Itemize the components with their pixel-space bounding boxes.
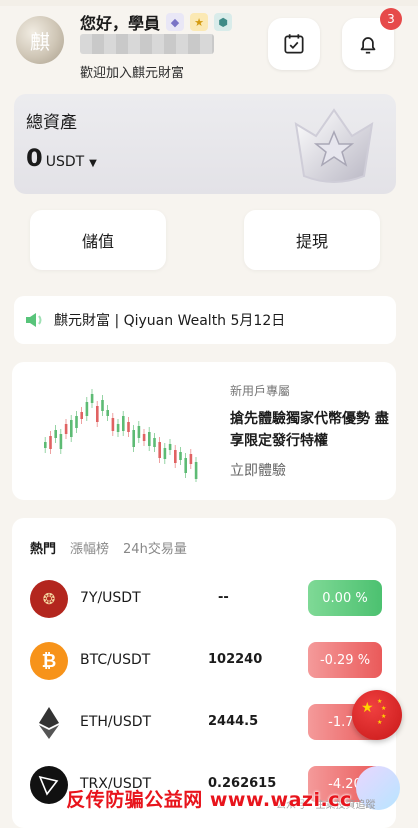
market-row[interactable]: ❂ 7Y/USDT -- 0.00 %	[12, 576, 396, 624]
tab-24h-volume[interactable]: 24h交易量	[123, 538, 187, 557]
pair-name: BTC/USDT	[80, 652, 151, 668]
withdraw-button[interactable]: 提現	[244, 210, 380, 270]
watermark-banner: 反传防骗公益网 www.wazi.cc	[66, 789, 352, 811]
welcome-text: 歡迎加入麒元財富	[80, 66, 185, 81]
masked-user-id	[80, 34, 214, 54]
avatar-logo-text: 麒	[30, 29, 50, 54]
promo-cta-link[interactable]: 立即體驗	[230, 460, 286, 480]
calendar-check-icon	[284, 34, 304, 54]
checkin-button[interactable]	[268, 18, 320, 70]
notifications-button[interactable]: 3	[342, 8, 402, 70]
flag-small-star-icon: ★	[381, 705, 387, 712]
change-badge: -0.29 %	[308, 642, 382, 678]
candlestick-chart-illustration	[44, 389, 198, 482]
speaker-icon	[26, 313, 42, 327]
avatar[interactable]: 麒	[16, 16, 64, 64]
status-bar	[0, 0, 418, 6]
promo-tag: 新用戶專屬	[230, 384, 291, 398]
change-badge: 0.00 %	[308, 580, 382, 616]
tab-hot[interactable]: 熱門	[30, 538, 56, 557]
pair-price: 102240	[208, 652, 263, 667]
shield-badge-icon: ⬢	[214, 13, 233, 31]
market-row[interactable]: ETH/USDT 2444.5 -1.70	[12, 700, 396, 748]
assets-currency: USDT	[45, 154, 85, 170]
caret-down-icon: ▼	[89, 158, 97, 169]
pair-name: ETH/USDT	[80, 714, 152, 730]
7y-coin-icon: ❂	[30, 580, 68, 618]
flag-star-icon: ★	[361, 700, 374, 716]
promo-card[interactable]: 新用戶專屬 搶先體驗獨家代幣優勢 盡享限定發行特權 立即體驗	[12, 362, 396, 500]
market-row[interactable]: ₿ BTC/USDT 102240 -0.29 %	[12, 638, 396, 686]
crown-badge-icon: ★	[190, 13, 209, 31]
bitcoin-icon: ₿	[30, 642, 68, 680]
flag-small-star-icon: ★	[377, 698, 383, 705]
level-badge-icon: ◆	[166, 13, 185, 31]
assets-value[interactable]: 0 USDT ▼	[26, 144, 97, 172]
market-tabs: 熱門 漲幅榜 24h交易量	[30, 538, 187, 557]
deposit-button[interactable]: 儲值	[30, 210, 166, 270]
greeting-text: 您好，學員	[80, 14, 161, 33]
total-assets-card: 總資產 0 USDT ▼	[14, 94, 396, 194]
bell-icon	[360, 37, 376, 54]
assets-amount: 0	[26, 144, 43, 172]
flag-small-star-icon: ★	[377, 719, 383, 726]
announcement-text: 麒元財富 | Qiyuan Wealth 5月12日	[54, 313, 286, 329]
crown-star-icon	[294, 108, 374, 183]
pair-price: --	[218, 590, 229, 605]
notification-count-badge: 3	[380, 8, 402, 30]
pair-price: 2444.5	[208, 714, 259, 729]
greeting-row: 您好，學員 ◆ ★ ⬢	[80, 10, 233, 34]
tab-gainers[interactable]: 漲幅榜	[70, 538, 109, 557]
language-flag-button[interactable]: ★ ★ ★ ★ ★	[352, 690, 402, 740]
pair-name: 7Y/USDT	[80, 590, 141, 606]
assets-title: 總資產	[26, 113, 77, 133]
promo-headline: 搶先體驗獨家代幣優勢 盡享限定發行特權	[230, 411, 389, 449]
announcement-bar[interactable]: 麒元財富 | Qiyuan Wealth 5月12日	[14, 296, 396, 344]
ethereum-icon	[30, 704, 68, 742]
